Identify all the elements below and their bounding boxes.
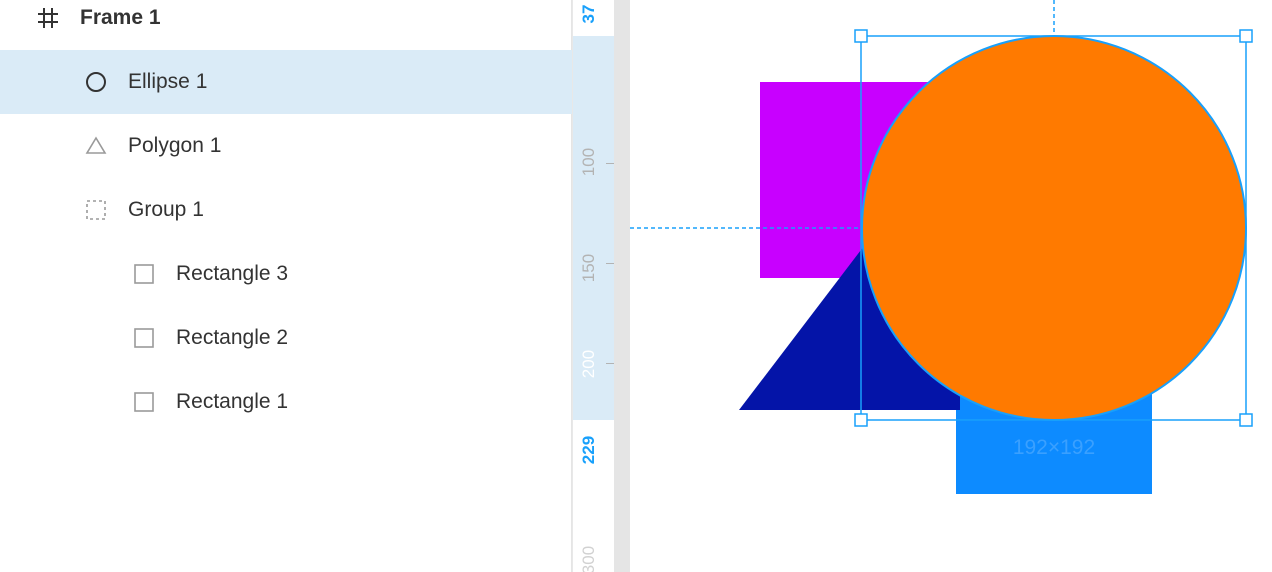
figma-editor: Frame 1 Ellipse 1 Polygon 1 Group 1 Rect…: [0, 0, 1272, 572]
layer-row-frame-1[interactable]: Frame 1: [0, 0, 572, 50]
resize-handle-bottom-right[interactable]: [1239, 413, 1253, 427]
layer-row-polygon-1[interactable]: Polygon 1: [0, 114, 572, 178]
rectangle-icon: [132, 390, 156, 414]
ruler-label-150: 150: [579, 253, 598, 283]
rectangle-icon: [132, 326, 156, 350]
layer-label: Frame 1: [80, 6, 161, 29]
ruler-divider: [614, 0, 630, 572]
resize-handle-top-left[interactable]: [854, 29, 868, 43]
polygon-icon: [84, 134, 108, 158]
layer-row-group-1[interactable]: Group 1: [0, 178, 572, 242]
frame-icon: [36, 6, 60, 30]
selection-size-label: 192×192: [1013, 436, 1095, 459]
group-icon: [84, 198, 108, 222]
resize-handle-top-right[interactable]: [1239, 29, 1253, 43]
layer-row-rectangle-2[interactable]: Rectangle 2: [0, 306, 572, 370]
resize-handle-bottom-left[interactable]: [854, 413, 868, 427]
layer-label: Rectangle 2: [176, 326, 289, 349]
layer-row-rectangle-3[interactable]: Rectangle 3: [0, 242, 572, 306]
layer-label: Rectangle 3: [176, 262, 289, 285]
ruler-label-200: 200: [579, 349, 598, 379]
shape-ellipse[interactable]: [861, 35, 1247, 421]
layer-row-ellipse-1[interactable]: Ellipse 1: [0, 50, 572, 114]
ruler-selection-start: 37: [579, 4, 598, 24]
canvas-drawing: 192×192: [630, 0, 1253, 494]
rectangle-icon: [132, 262, 156, 286]
ruler-selection-end: 229: [579, 435, 598, 465]
ruler-label-300: 300: [579, 545, 598, 572]
layer-label: Group 1: [128, 198, 204, 221]
layer-label: Rectangle 1: [176, 390, 289, 413]
ruler-label-100: 100: [579, 147, 598, 177]
vertical-ruler[interactable]: 37 100 150 200 229 300: [572, 0, 616, 572]
layer-label: Polygon 1: [128, 134, 222, 157]
layers-panel: Frame 1 Ellipse 1 Polygon 1 Group 1 Rect…: [0, 0, 572, 572]
layer-row-rectangle-1[interactable]: Rectangle 1: [0, 370, 572, 434]
layer-label: Ellipse 1: [128, 70, 208, 93]
design-canvas[interactable]: 192×192: [630, 0, 1272, 572]
ellipse-icon: [84, 70, 108, 94]
